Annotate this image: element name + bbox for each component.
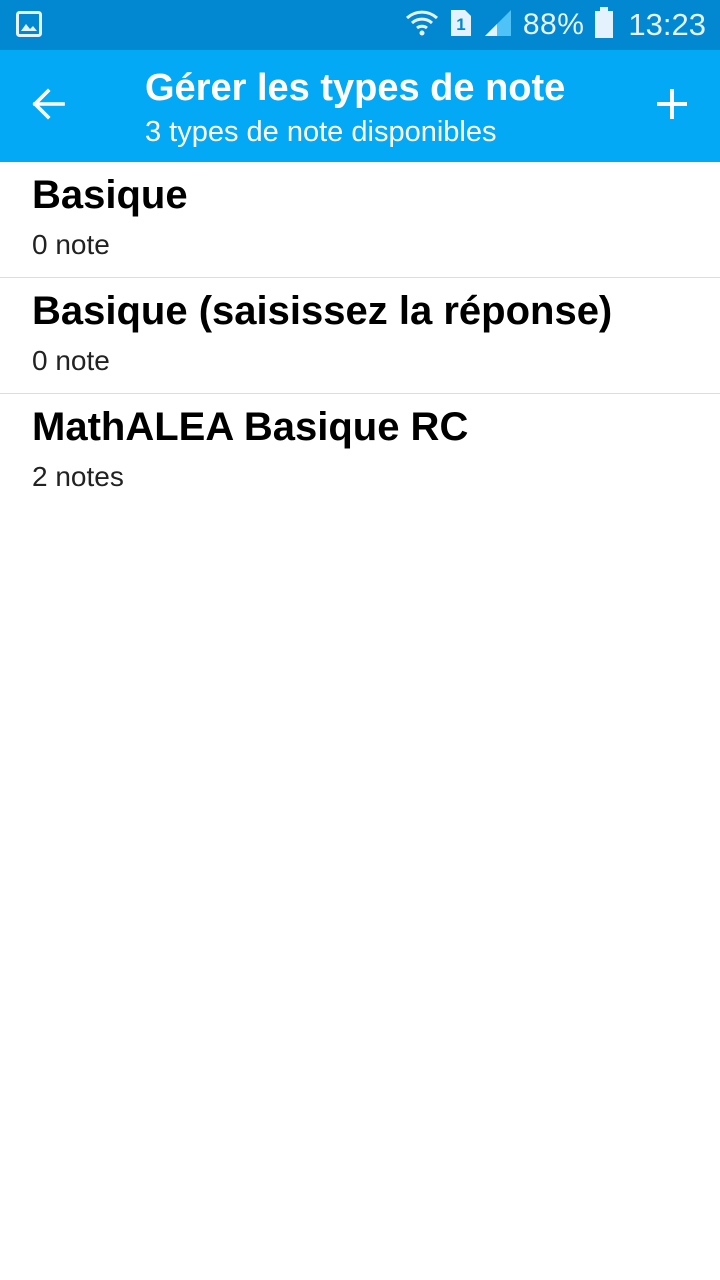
- back-button[interactable]: [14, 72, 82, 140]
- signal-icon: [483, 8, 513, 43]
- status-indicators: 1 88% 13:23: [405, 0, 706, 50]
- page-subtitle: 3 types de note disponibles: [145, 116, 497, 148]
- note-type-item[interactable]: Basique (saisissez la réponse) 0 note: [0, 278, 720, 394]
- wifi-icon: [405, 8, 439, 43]
- page-title: Gérer les types de note: [145, 67, 566, 109]
- app-bar: Gérer les types de note 3 types de note …: [0, 50, 720, 162]
- note-type-name: MathALEA Basique RC: [32, 405, 469, 449]
- note-type-item[interactable]: MathALEA Basique RC 2 notes: [0, 394, 720, 510]
- battery-percent: 88%: [522, 8, 585, 41]
- sim-icon: 1: [449, 8, 473, 43]
- arrow-back-icon: [30, 86, 66, 127]
- note-type-count: 0 note: [32, 345, 110, 376]
- status-bar: 1 88% 13:23: [0, 0, 720, 50]
- add-note-type-button[interactable]: [638, 72, 706, 140]
- clock: 13:23: [628, 7, 706, 42]
- note-type-count: 0 note: [32, 229, 110, 260]
- note-type-name: Basique: [32, 173, 188, 217]
- note-type-list: Basique 0 note Basique (saisissez la rép…: [0, 162, 720, 510]
- battery-icon: [594, 6, 614, 44]
- sim-label: 1: [456, 15, 465, 34]
- note-type-count: 2 notes: [32, 461, 124, 492]
- note-type-name: Basique (saisissez la réponse): [32, 289, 613, 333]
- note-type-item[interactable]: Basique 0 note: [0, 162, 720, 278]
- plus-icon: [655, 87, 689, 126]
- image-icon: [16, 11, 42, 37]
- title-block: Gérer les types de note 3 types de note …: [145, 66, 565, 150]
